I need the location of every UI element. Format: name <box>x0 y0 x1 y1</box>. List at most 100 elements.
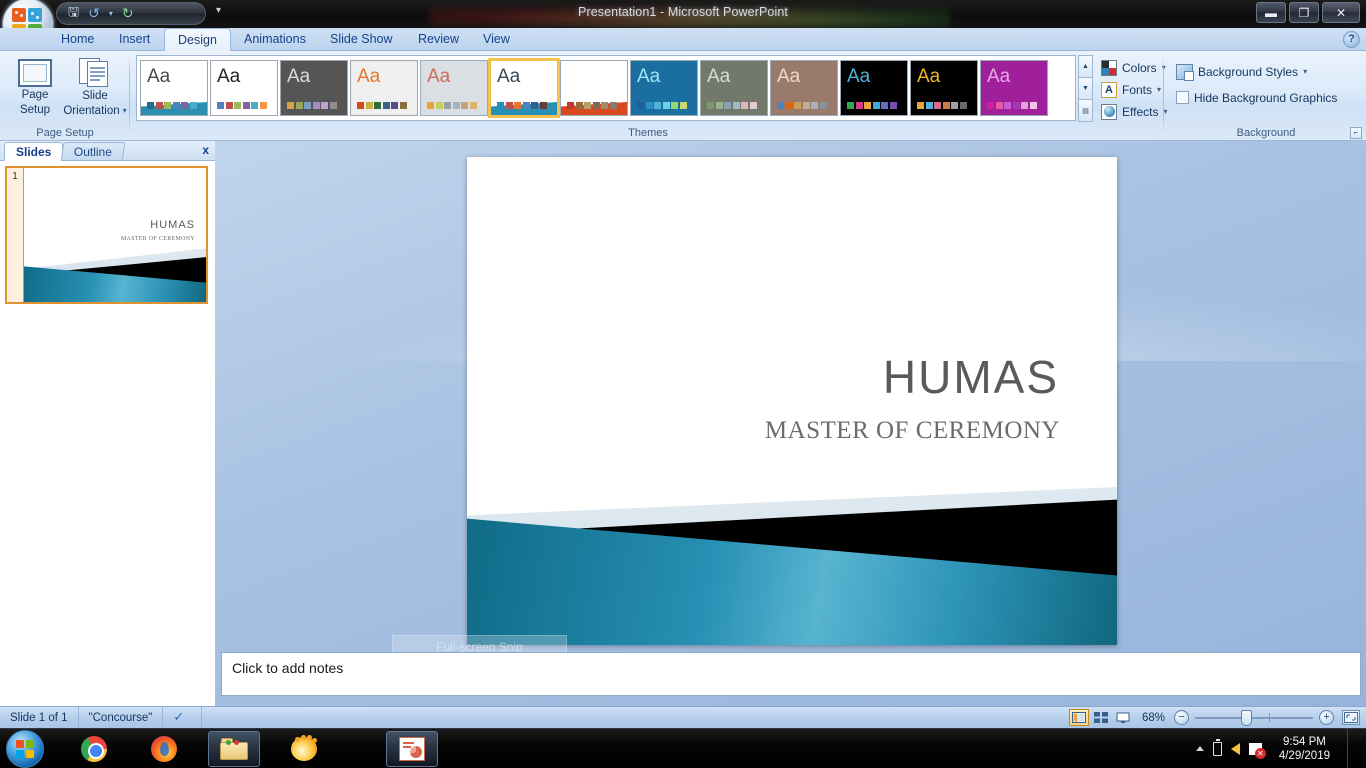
theme-flow[interactable]: Aa <box>630 60 698 116</box>
taskbar-powerpoint[interactable] <box>386 730 438 767</box>
themes-gallery[interactable]: Aa Aa Aa Aa Aa Aa Aa Aa Aa Aa Aa Aa Aa <box>136 55 1076 121</box>
tab-home[interactable]: Home <box>48 28 107 51</box>
minimize-button[interactable]: ▬ <box>1256 2 1286 23</box>
theme-name-label[interactable]: "Concourse" <box>79 706 164 729</box>
slide-orientation-button[interactable]: Slide Orientation ▾ <box>62 55 128 121</box>
tab-insert[interactable]: Insert <box>106 28 163 51</box>
help-icon[interactable]: ? <box>1343 31 1360 48</box>
chevron-down-icon[interactable]: ▾ <box>1303 67 1307 76</box>
chevron-down-icon[interactable]: ▾ <box>123 105 127 118</box>
gallery-scroll-up-icon[interactable]: ▲ <box>1078 55 1093 78</box>
theme-equity[interactable]: Aa <box>560 60 628 116</box>
tab-review[interactable]: Review <box>405 28 472 51</box>
gallery-more-icon[interactable]: ▤ <box>1078 99 1093 122</box>
theme-sample-text: Aa <box>357 66 381 87</box>
zoom-out-button[interactable]: − <box>1174 710 1189 725</box>
zoom-track[interactable] <box>1195 709 1313 726</box>
theme-sample-text: Aa <box>847 66 871 87</box>
window-title: Presentation1 - Microsoft PowerPoint <box>578 5 788 19</box>
show-desktop-button[interactable] <box>1347 728 1358 768</box>
theme-foundry[interactable]: Aa <box>700 60 768 116</box>
clock-date: 4/29/2019 <box>1278 749 1330 762</box>
tab-slides[interactable]: Slides <box>4 142 64 161</box>
zoom-slider-handle[interactable] <box>1241 709 1252 726</box>
tab-design[interactable]: Design <box>164 28 231 52</box>
chevron-down-icon[interactable]: ▾ <box>1157 85 1161 94</box>
close-button[interactable]: ✕ <box>1322 2 1360 23</box>
page-setup-label-line2: Setup <box>19 103 51 116</box>
spellcheck-icon[interactable]: ✓ <box>163 706 203 729</box>
gallery-scroll-buttons[interactable]: ▲ ▼ ▤ <box>1078 55 1093 122</box>
fit-slide-to-window-button[interactable] <box>1342 710 1360 725</box>
theme-fonts-button[interactable]: A Fonts ▾ <box>1097 79 1165 100</box>
theme-office[interactable]: Aa <box>140 60 208 116</box>
theme-module[interactable]: Aa <box>910 60 978 116</box>
zoom-in-button[interactable]: + <box>1319 710 1334 725</box>
view-buttons <box>1068 709 1133 726</box>
background-dialog-launcher[interactable]: ⌐ <box>1350 127 1362 139</box>
powerpoint-window: 🖫 ↺ ▾ ↻ ▾ Presentation1 - Microsoft Powe… <box>0 0 1366 768</box>
theme-sample-text: Aa <box>917 66 941 87</box>
zoom-midpoint-tick <box>1269 712 1270 722</box>
theme-colors-button[interactable]: Colors ▾ <box>1097 57 1170 78</box>
taskbar: 9:54 PM 4/29/2019 <box>0 728 1366 768</box>
theme-apex[interactable]: Aa <box>210 60 278 116</box>
slide-orientation-icon <box>79 58 111 88</box>
clock[interactable]: 9:54 PM 4/29/2019 <box>1271 735 1338 763</box>
taskbar-firefox[interactable] <box>138 731 190 767</box>
theme-effects-button[interactable]: Effects ▾ <box>1097 101 1171 122</box>
slide-sorter-view-button[interactable] <box>1091 709 1111 726</box>
theme-median[interactable]: Aa <box>770 60 838 116</box>
restore-button[interactable]: ❐ <box>1289 2 1319 23</box>
theme-concourse[interactable]: Aa <box>488 58 560 118</box>
theme-color-swatches <box>847 102 897 109</box>
page-setup-button[interactable]: Page Setup <box>6 55 64 121</box>
system-tray: 9:54 PM 4/29/2019 <box>1195 728 1366 768</box>
firefox-icon <box>151 735 177 762</box>
zoom-level-label[interactable]: 68% <box>1133 712 1174 724</box>
theme-sample-text: Aa <box>707 66 731 87</box>
media-player-icon <box>291 734 317 761</box>
close-pane-icon[interactable]: x <box>202 143 209 157</box>
slide-thumbnail-1[interactable]: 1 HUMAS MASTER OF CEREMONY <box>5 166 208 304</box>
background-styles-label: Background Styles <box>1198 64 1299 79</box>
notes-pane[interactable]: Click to add notes <box>221 652 1361 696</box>
theme-aspect[interactable]: Aa <box>280 60 348 116</box>
theme-color-swatches <box>707 102 757 109</box>
tab-animations[interactable]: Animations <box>231 28 319 51</box>
background-styles-button[interactable]: Background Styles ▾ <box>1172 61 1311 82</box>
taskbar-chrome[interactable] <box>68 731 120 767</box>
tab-view[interactable]: View <box>470 28 523 51</box>
slide-editing-area[interactable]: HUMAS MASTER OF CEREMONY <box>467 157 1117 645</box>
zoom-slider[interactable]: − + <box>1174 709 1334 726</box>
show-hidden-icons-icon[interactable] <box>1195 746 1204 751</box>
theme-civic[interactable]: Aa <box>350 60 418 116</box>
slide-title[interactable]: HUMAS <box>883 350 1059 404</box>
slides-list[interactable]: 1 HUMAS MASTER OF CEREMONY <box>0 161 215 706</box>
taskbar-explorer[interactable] <box>208 730 260 767</box>
theme-opulent[interactable]: Aa <box>980 60 1048 116</box>
normal-view-button[interactable] <box>1068 709 1089 726</box>
theme-concourse-alt[interactable]: Aa <box>420 60 488 116</box>
group-themes: Aa Aa Aa Aa Aa Aa Aa Aa Aa Aa Aa Aa Aa ▲ ▼ ▤ Colors … <box>132 51 1167 141</box>
slides-pane: Slides Outline x 1 HUMAS MASTER OF CEREM… <box>0 141 215 706</box>
battery-icon[interactable] <box>1212 739 1222 756</box>
slide-show-view-button[interactable] <box>1113 709 1133 726</box>
thumbnail-title: HUMAS <box>150 218 195 231</box>
folder-icon <box>220 737 248 760</box>
hide-background-graphics-checkbox[interactable]: Hide Background Graphics <box>1172 87 1341 108</box>
theme-color-swatches <box>917 102 967 109</box>
volume-icon[interactable] <box>1230 742 1240 755</box>
windows-logo-icon <box>16 739 34 758</box>
tab-outline[interactable]: Outline <box>60 142 126 161</box>
tab-slide-show[interactable]: Slide Show <box>317 28 406 51</box>
slide-subtitle[interactable]: MASTER OF CEREMONY <box>765 417 1060 445</box>
gallery-scroll-down-icon[interactable]: ▼ <box>1078 77 1093 100</box>
theme-color-swatches <box>987 102 1037 109</box>
network-error-icon[interactable] <box>1248 742 1266 759</box>
slides-pane-tabs: Slides Outline x <box>0 141 215 161</box>
start-button[interactable] <box>6 729 44 768</box>
taskbar-media-player[interactable] <box>278 731 330 767</box>
theme-metro[interactable]: Aa <box>840 60 908 116</box>
checkbox-icon[interactable] <box>1176 91 1189 104</box>
